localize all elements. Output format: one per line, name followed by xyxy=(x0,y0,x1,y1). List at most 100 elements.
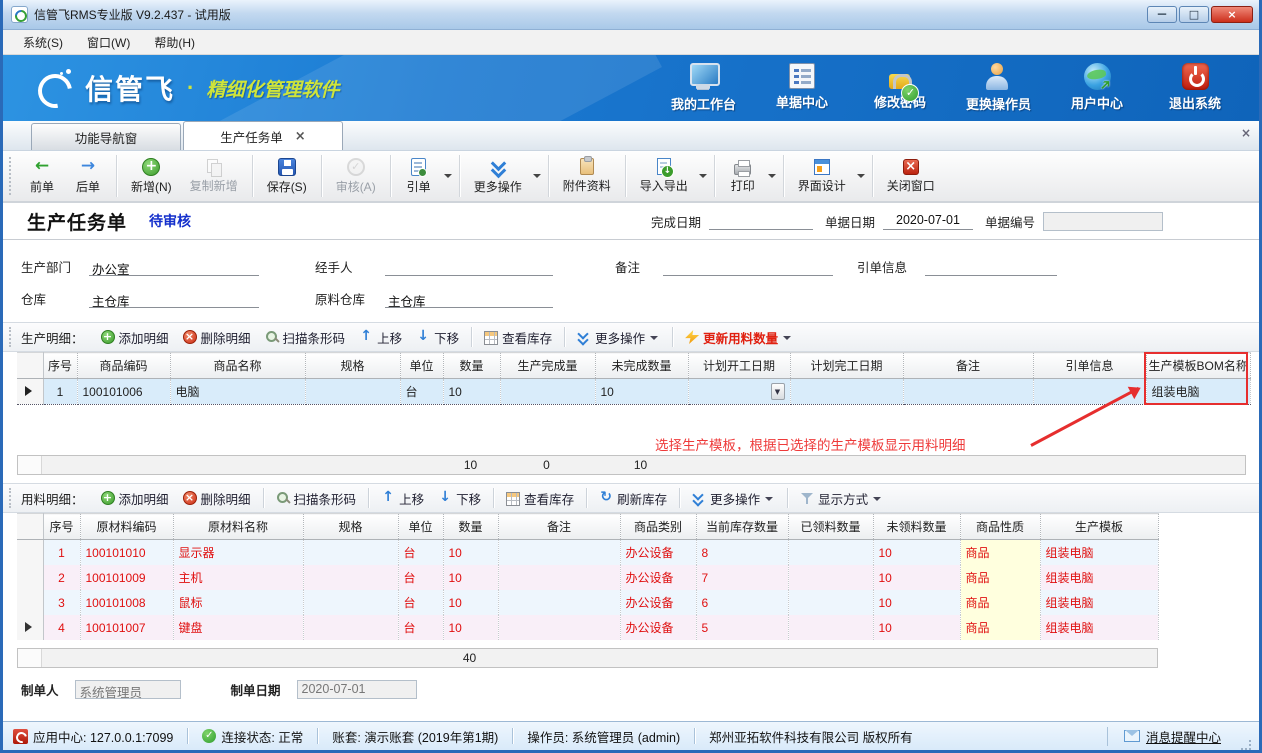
next-doc-button[interactable]: 后单 xyxy=(65,153,111,199)
column-header-商品类别[interactable]: 商品类别 xyxy=(620,514,696,540)
prod-view-stock-button[interactable]: 查看库存 xyxy=(477,325,559,350)
column-header-生产完成量[interactable]: 生产完成量 xyxy=(500,353,595,379)
mat-move-up-button[interactable]: 上移 xyxy=(374,486,431,511)
close-button[interactable]: × xyxy=(1211,6,1253,23)
print-dropdown[interactable] xyxy=(766,156,778,196)
mat-view-stock-button[interactable]: 查看库存 xyxy=(499,486,581,511)
maximize-button[interactable]: □ xyxy=(1179,6,1209,23)
banner-action-change-password[interactable]: 修改密码 xyxy=(868,63,932,113)
banner-action-user-center[interactable]: 用户中心 xyxy=(1065,63,1129,113)
mat-move-down-button[interactable]: 下移 xyxy=(431,486,488,511)
import-export-button[interactable]: 导入导出 xyxy=(631,153,697,199)
column-header-未完成数量[interactable]: 未完成数量 xyxy=(595,353,688,379)
more-actions-button[interactable]: 更多操作 xyxy=(465,153,531,199)
column-header-备注[interactable]: 备注 xyxy=(498,514,620,540)
handler-field[interactable] xyxy=(385,259,553,276)
save-button[interactable]: 保存(S) xyxy=(258,153,316,199)
prod-move-up-button[interactable]: 上移 xyxy=(352,325,409,350)
column-header-原材料名称[interactable]: 原材料名称 xyxy=(173,514,303,540)
menu-window[interactable]: 窗口(W) xyxy=(77,31,140,54)
banner-action-doc-center[interactable]: 单据中心 xyxy=(770,63,834,113)
dept-field[interactable]: 办公室 xyxy=(89,259,259,276)
column-header-备注[interactable]: 备注 xyxy=(903,353,1033,379)
prod-more-dropdown[interactable] xyxy=(650,336,658,344)
table-row[interactable]: 1100101006电脑台1010▼组装电脑 xyxy=(17,379,1250,405)
message-center-link[interactable]: 消息提醒中心 xyxy=(1107,727,1237,746)
prod-more-button[interactable]: 更多操作 xyxy=(570,325,667,350)
ref-info-label: 引单信息 xyxy=(857,257,921,276)
column-header-生产模板BOM名称[interactable]: 生产模板BOM名称 xyxy=(1146,353,1250,379)
print-button[interactable]: 打印 xyxy=(720,153,766,199)
mat-display-mode-dropdown[interactable] xyxy=(873,497,881,505)
column-header-计划完工日期[interactable]: 计划完工日期 xyxy=(790,353,903,379)
prod-scan-button[interactable]: 扫描条形码 xyxy=(258,325,353,350)
attachments-button[interactable]: 附件资料 xyxy=(554,153,620,199)
ui-design-dropdown[interactable] xyxy=(855,156,867,196)
column-header-规格[interactable]: 规格 xyxy=(303,514,398,540)
column-header-单位[interactable]: 单位 xyxy=(398,514,443,540)
column-header-商品名称[interactable]: 商品名称 xyxy=(170,353,305,379)
prod-update-qty-button[interactable]: 更新用料数量 xyxy=(678,325,800,350)
doc-date-field[interactable]: 2020-07-01 xyxy=(883,213,973,230)
menu-system[interactable]: 系统(S) xyxy=(13,31,73,54)
column-header-单位[interactable]: 单位 xyxy=(400,353,443,379)
prod-move-down-button[interactable]: 下移 xyxy=(409,325,466,350)
summary-cell-原材料名称 xyxy=(172,649,302,667)
table-row[interactable]: 1100101010显示器台10办公设备810商品组装电脑 xyxy=(17,540,1158,566)
column-header-当前库存数量[interactable]: 当前库存数量 xyxy=(696,514,788,540)
column-header-计划开工日期[interactable]: 计划开工日期 xyxy=(688,353,790,379)
prod-del-row-button[interactable]: 删除明细 xyxy=(176,325,258,350)
prod-add-row-button[interactable]: 添加明细 xyxy=(94,325,176,350)
ui-design-button[interactable]: 界面设计 xyxy=(789,153,855,199)
statusbar-account-set: 账套: 演示账套 (2019年第1期) xyxy=(318,727,512,746)
close-window-button[interactable]: 关闭窗口 xyxy=(878,153,944,199)
minimize-button[interactable]: － xyxy=(1147,6,1177,23)
mat-scan-button[interactable]: 扫描条形码 xyxy=(269,486,364,511)
toolbar-separator xyxy=(586,488,587,508)
mat-refresh-stock-button[interactable]: 刷新库存 xyxy=(592,486,674,511)
remark-field[interactable] xyxy=(663,259,833,276)
column-header-数量[interactable]: 数量 xyxy=(443,353,500,379)
column-header-规格[interactable]: 规格 xyxy=(305,353,400,379)
mat-more-button[interactable]: 更多操作 xyxy=(685,486,782,511)
new-button[interactable]: 新增(N) xyxy=(122,153,181,199)
column-header-引单信息[interactable]: 引单信息 xyxy=(1033,353,1146,379)
tab-close-icon[interactable]: × xyxy=(295,130,306,143)
mat-more-dropdown[interactable] xyxy=(765,497,773,505)
table-row[interactable]: 3100101008鼠标台10办公设备610商品组装电脑 xyxy=(17,590,1158,615)
column-header-生产模板[interactable]: 生产模板 xyxy=(1040,514,1158,540)
banner-action-my-workbench[interactable]: 我的工作台 xyxy=(671,63,736,113)
material-warehouse-field[interactable]: 主仓库 xyxy=(385,291,553,308)
mat-display-mode-button[interactable]: 显示方式 xyxy=(793,486,890,511)
finish-date-field[interactable] xyxy=(709,213,813,230)
production-grid-area: 序号商品编码商品名称规格单位数量生产完成量未完成数量计划开工日期计划完工日期备注… xyxy=(3,352,1259,455)
tab-production-task[interactable]: 生产任务单× xyxy=(183,121,343,150)
prod-update-qty-dropdown[interactable] xyxy=(783,336,791,344)
section-button-label: 删除明细 xyxy=(201,489,251,508)
table-row[interactable]: 4100101007键盘台10办公设备510商品组装电脑 xyxy=(17,615,1158,640)
prev-doc-button[interactable]: 前单 xyxy=(19,153,65,199)
more-actions-dropdown[interactable] xyxy=(531,156,543,196)
column-header-商品性质[interactable]: 商品性质 xyxy=(960,514,1040,540)
column-header-未领料数量[interactable]: 未领料数量 xyxy=(873,514,960,540)
column-header-已领料数量[interactable]: 已领料数量 xyxy=(788,514,873,540)
menu-help[interactable]: 帮助(H) xyxy=(144,31,205,54)
pull-doc-button[interactable]: 引单 xyxy=(396,153,442,199)
table-row[interactable]: 2100101009主机台10办公设备710商品组装电脑 xyxy=(17,565,1158,590)
tabstrip-close-icon[interactable]: × xyxy=(1241,127,1251,139)
import-export-dropdown[interactable] xyxy=(697,156,709,196)
column-header-序号[interactable]: 序号 xyxy=(43,514,80,540)
banner-action-exit-system[interactable]: 退出系统 xyxy=(1163,63,1227,113)
column-header-数量[interactable]: 数量 xyxy=(443,514,498,540)
ref-info-field[interactable] xyxy=(925,259,1057,276)
date-dropdown-icon[interactable]: ▼ xyxy=(771,383,785,400)
pull-doc-dropdown[interactable] xyxy=(442,156,454,196)
warehouse-field[interactable]: 主仓库 xyxy=(89,291,259,308)
mat-add-row-button[interactable]: 添加明细 xyxy=(94,486,176,511)
column-header-商品编码[interactable]: 商品编码 xyxy=(77,353,170,379)
mat-del-row-button[interactable]: 删除明细 xyxy=(176,486,258,511)
column-header-原材料编码[interactable]: 原材料编码 xyxy=(80,514,173,540)
tab-nav-window[interactable]: 功能导航窗 xyxy=(31,123,181,150)
column-header-序号[interactable]: 序号 xyxy=(43,353,77,379)
banner-action-switch-operator[interactable]: 更换操作员 xyxy=(966,63,1031,113)
